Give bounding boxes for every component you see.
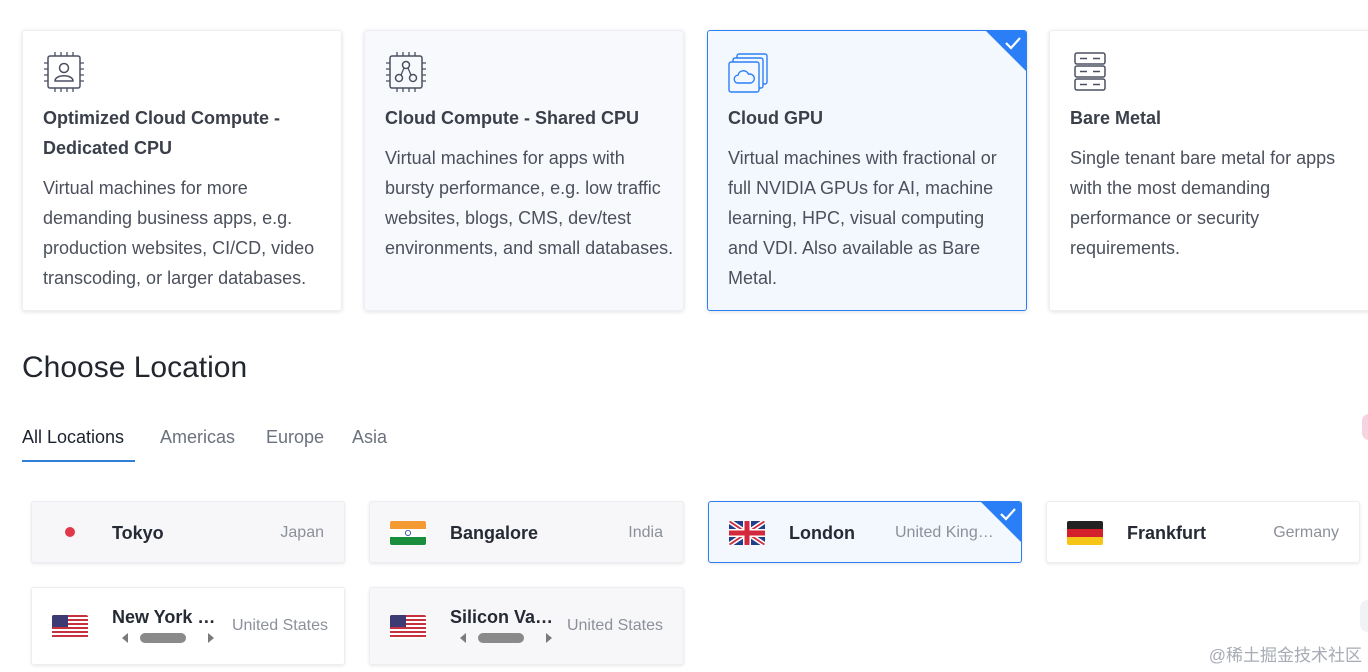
us-flag-icon (52, 615, 88, 639)
side-scroll-button[interactable] (1360, 600, 1368, 632)
tab-asia[interactable]: Asia (352, 418, 387, 460)
location-card-london[interactable]: London United Kingdom (708, 501, 1022, 563)
product-card-bare-metal[interactable]: Bare Metal Single tenant bare metal for … (1049, 30, 1368, 311)
chip-nodes-icon (386, 52, 426, 92)
scroll-left-icon[interactable] (460, 633, 466, 643)
product-title: Cloud GPU (728, 108, 823, 128)
location-country: United States (566, 617, 663, 634)
scroll-right-icon[interactable] (208, 633, 214, 643)
india-flag-icon (390, 521, 426, 545)
chip-user-icon (44, 52, 84, 92)
tab-europe[interactable]: Europe (266, 418, 324, 460)
product-description: Virtual machines with fractional or full… (728, 148, 997, 288)
server-stack-icon (1074, 52, 1106, 91)
location-city: Silicon Valley (450, 607, 556, 627)
location-card-bangalore[interactable]: Bangalore India (369, 501, 684, 563)
tab-all-locations[interactable]: All Locations (22, 418, 135, 462)
watermark-text: @稀土掘金技术社区 (1208, 646, 1362, 665)
location-card-new-york[interactable]: New York (NJ) United States (31, 587, 345, 665)
product-description: Virtual machines for apps with bursty pe… (385, 148, 674, 258)
selected-check-icon (981, 502, 1021, 542)
scroll-left-icon[interactable] (122, 633, 128, 643)
location-country: United States (231, 617, 328, 634)
product-title: Bare Metal (1070, 108, 1162, 128)
location-city: London (789, 523, 855, 543)
product-card-cloud-gpu[interactable]: Cloud GPU Virtual machines with fraction… (707, 30, 1027, 311)
location-city: New York (NJ) (112, 607, 216, 627)
location-city: Bangalore (450, 523, 539, 543)
horizontal-scrollbar[interactable] (122, 630, 214, 646)
us-flag-icon (390, 615, 426, 639)
selected-check-icon (986, 31, 1026, 71)
gpu-cloud-icon (728, 53, 768, 93)
location-country: Japan (280, 524, 324, 541)
product-description: Single tenant bare metal for apps with t… (1070, 148, 1336, 258)
location-city: Tokyo (112, 523, 164, 543)
product-card-optimized-cloud-compute[interactable]: Optimized Cloud Compute - Dedicated CPU … (22, 30, 342, 311)
scrollbar-thumb[interactable] (140, 633, 186, 643)
side-widget-tab[interactable] (1362, 414, 1368, 440)
product-title: Cloud Compute - Shared CPU (385, 108, 640, 128)
product-card-cloud-compute-shared[interactable]: Cloud Compute - Shared CPU Virtual machi… (364, 30, 684, 311)
horizontal-scrollbar[interactable] (460, 630, 552, 646)
scroll-right-icon[interactable] (546, 633, 552, 643)
location-city: Frankfurt (1127, 523, 1207, 543)
product-description: Virtual machines for more demanding busi… (43, 178, 315, 288)
location-country: Germany (1273, 524, 1339, 541)
uk-flag-icon (729, 521, 765, 545)
germany-flag-icon (1067, 521, 1103, 545)
product-type-selector: Optimized Cloud Compute - Dedicated CPU … (22, 30, 1368, 313)
choose-location-title: Choose Location (22, 351, 248, 384)
location-card-frankfurt[interactable]: Frankfurt Germany (1046, 501, 1360, 563)
tab-americas[interactable]: Americas (160, 418, 235, 460)
product-title: Optimized Cloud Compute - Dedicated CPU (43, 108, 280, 158)
japan-flag-icon (52, 520, 88, 544)
location-card-tokyo[interactable]: Tokyo Japan (31, 501, 345, 563)
location-card-silicon-valley[interactable]: Silicon Valley United States (369, 587, 684, 665)
location-country: India (628, 524, 663, 541)
scrollbar-thumb[interactable] (478, 633, 524, 643)
